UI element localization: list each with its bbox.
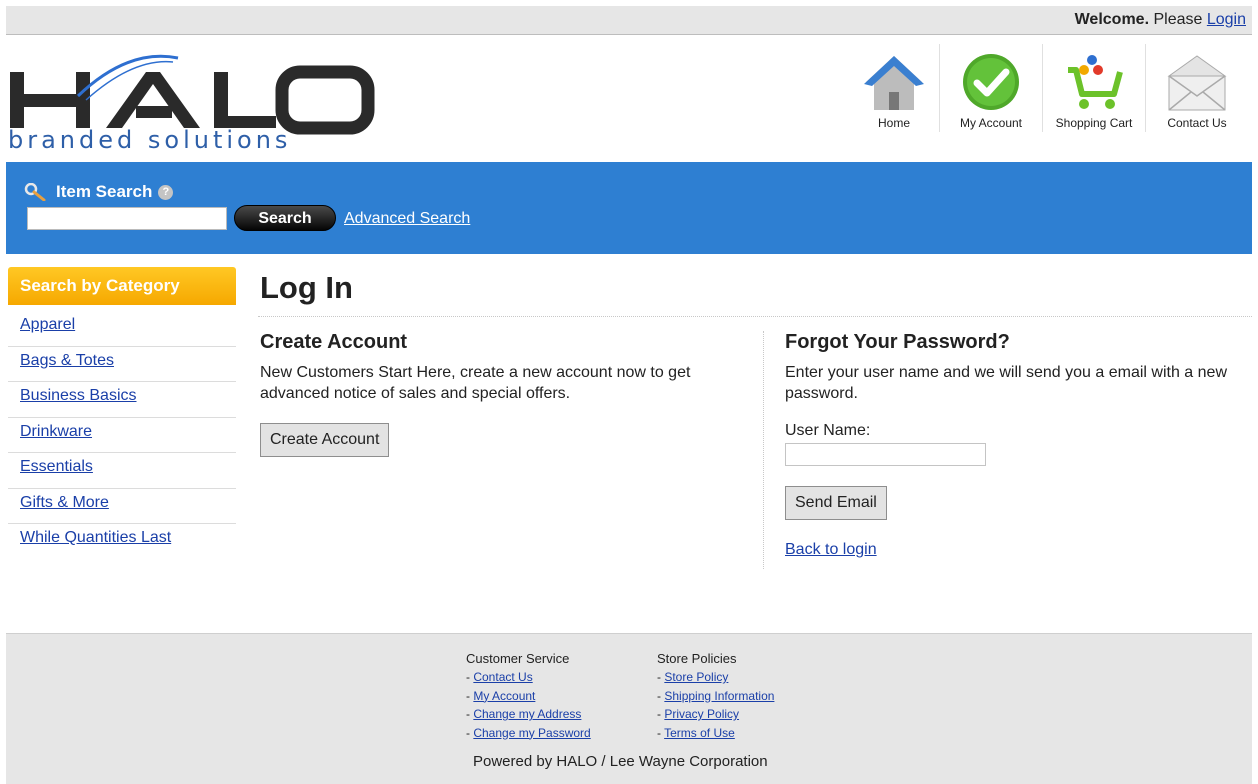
footer-my-account-link[interactable]: My Account [473,689,535,703]
send-email-button[interactable]: Send Email [785,486,887,520]
footer-item: - Contact Us [466,670,533,684]
logo-tagline: branded solutions [8,126,292,154]
halo-logo[interactable]: branded solutions [8,48,378,158]
footer: Customer Service - Contact Us - My Accou… [6,633,1252,784]
footer-item: - Store Policy [657,670,729,684]
search-input[interactable] [27,207,227,230]
nav-shopping-cart-label: Shopping Cart [1055,116,1133,130]
create-account-heading: Create Account [260,331,408,353]
category-sidebar: Search by Category Apparel Bags & Totes … [8,267,236,560]
footer-heading: Store Policies [657,651,737,666]
envelope-icon [1167,55,1227,111]
footer-customer-service: Customer Service - Contact Us - My Accou… [466,651,591,742]
username-field[interactable] [785,443,986,466]
nav-my-account[interactable]: My Account [939,44,1042,132]
search-band: Item Search ? Search Advanced Search [6,162,1252,254]
create-account-text: New Customers Start Here, create a new a… [260,364,691,402]
header-nav: Home My Account Shopping Cart Contact Us [849,44,1248,132]
footer-shipping-info-link[interactable]: Shipping Information [664,689,774,703]
category-item-apparel: Apparel [8,311,236,347]
footer-change-address-link[interactable]: Change my Address [473,707,581,721]
house-icon [864,56,924,110]
nav-contact-us-label: Contact Us [1167,116,1227,130]
powered-by-text: Powered by HALO / Lee Wayne Corporation [473,753,768,770]
nav-home-label: Home [877,116,910,130]
footer-item: - Change my Password [466,725,591,740]
footer-terms-link[interactable]: Terms of Use [664,726,735,740]
nav-my-account-label: My Account [959,116,1023,130]
footer-item: - Change my Address [466,707,582,721]
footer-store-policy-link[interactable]: Store Policy [664,670,728,684]
footer-item: - Privacy Policy [657,707,740,721]
title-divider [258,316,1252,317]
footer-item: - Shipping Information [657,688,775,703]
search-button[interactable]: Search [234,205,336,231]
advanced-search-link[interactable]: Advanced Search [344,210,470,228]
footer-change-password-link[interactable]: Change my Password [473,726,590,740]
page-title: Log In [260,270,353,305]
category-item-essentials: Essentials [8,453,236,489]
category-list: Apparel Bags & Totes Business Basics Dri… [8,311,236,560]
category-item-gifts-more: Gifts & More [8,489,236,524]
create-account-section: Create Account New Customers Start Here,… [260,331,740,457]
category-link[interactable]: Bags & Totes [20,352,114,369]
nav-contact-us[interactable]: Contact Us [1145,44,1248,132]
category-link[interactable]: Apparel [20,316,75,333]
forgot-password-text: Enter your user name and we will send yo… [785,364,1227,402]
create-account-button[interactable]: Create Account [260,423,390,457]
category-link[interactable]: While Quantities Last [20,529,171,546]
item-search-label: Item Search ? [24,182,174,202]
sidebar-title: Search by Category [8,267,236,305]
welcome-text: Welcome. [1074,11,1150,28]
category-link[interactable]: Gifts & More [20,494,109,511]
please-text: Please [1153,11,1203,28]
help-icon[interactable]: ? [158,184,174,200]
column-divider [763,331,764,569]
category-link[interactable]: Essentials [20,458,93,475]
nav-home[interactable]: Home [849,44,939,132]
category-link[interactable]: Drinkware [20,423,92,440]
footer-store-policies: Store Policies - Store Policy - Shipping… [657,651,774,742]
cart-icon [1068,55,1123,109]
footer-item: - Terms of Use [657,725,735,740]
back-to-login-link[interactable]: Back to login [785,541,1245,559]
checkmark-icon [963,54,1019,110]
magnifier-icon [24,183,46,201]
username-label: User Name: [785,422,871,439]
category-link[interactable]: Business Basics [20,387,137,404]
welcome-bar: Welcome. Please Login [6,6,1252,35]
category-item-business-basics: Business Basics [8,382,236,418]
footer-item: - My Account [466,688,536,703]
nav-shopping-cart[interactable]: Shopping Cart [1042,44,1145,132]
forgot-password-heading: Forgot Your Password? [785,331,1010,353]
footer-contact-us-link[interactable]: Contact Us [473,670,532,684]
category-item-while-quantities-last: While Quantities Last [8,524,236,560]
category-item-bags-totes: Bags & Totes [8,347,236,382]
footer-heading: Customer Service [466,651,570,666]
category-item-drinkware: Drinkware [8,418,236,453]
footer-privacy-policy-link[interactable]: Privacy Policy [664,707,739,721]
login-link[interactable]: Login [1207,11,1246,28]
forgot-password-section: Forgot Your Password? Enter your user na… [785,331,1245,559]
item-search-text: Item Search [56,182,153,201]
